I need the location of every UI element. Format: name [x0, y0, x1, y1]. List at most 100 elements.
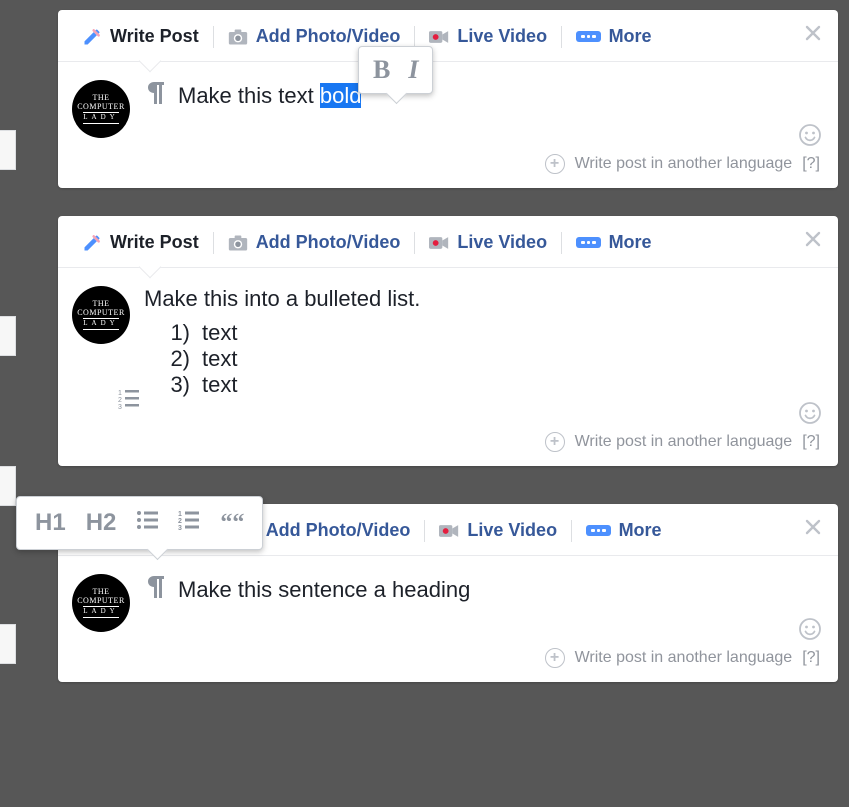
- emoji-button[interactable]: [798, 123, 822, 150]
- list-text: text: [202, 372, 237, 398]
- tab-more[interactable]: More: [564, 22, 664, 61]
- tab-write-post[interactable]: Write Post: [70, 22, 211, 61]
- tab-divider: [414, 26, 415, 48]
- avatar: THE COMPUTER LADY: [72, 574, 130, 632]
- help-link[interactable]: [?]: [802, 649, 820, 667]
- emoji-button[interactable]: [798, 617, 822, 644]
- svg-text:2: 2: [118, 397, 122, 404]
- list-number: 3): [166, 372, 190, 398]
- tab-label: More: [609, 232, 652, 253]
- composer-body: H1 H2 123 ““ THE COMPUTER LADY Make this: [58, 556, 838, 644]
- composer-footer: + Write post in another language [?]: [58, 428, 838, 466]
- tab-label: More: [619, 520, 662, 541]
- composer-panel: Write Post Add Photo/Video Live Video Mo…: [58, 504, 838, 682]
- tab-more[interactable]: More: [564, 228, 664, 267]
- avatar-text: LADY: [83, 318, 118, 330]
- composer-footer: + Write post in another language [?]: [58, 644, 838, 682]
- add-language-button[interactable]: +: [545, 154, 565, 174]
- inline-format-toolbar: B I: [358, 46, 433, 94]
- add-language-button[interactable]: +: [545, 648, 565, 668]
- composer-tabs: Write Post Add Photo/Video Live Video Mo…: [58, 10, 838, 62]
- tab-divider: [213, 26, 214, 48]
- video-camera-icon: [439, 521, 459, 541]
- post-text: Make this text: [178, 83, 320, 108]
- more-dots-icon: [586, 525, 611, 537]
- paragraph-icon[interactable]: [144, 80, 168, 112]
- avatar-text: LADY: [83, 112, 118, 124]
- video-camera-icon: [429, 27, 449, 47]
- another-language-link[interactable]: Write post in another language: [575, 649, 793, 667]
- list-item: 2) text: [144, 346, 820, 372]
- avatar-text: COMPUTER: [77, 103, 125, 112]
- tab-label: Live Video: [467, 520, 557, 541]
- list-item: 123 3) text: [144, 372, 820, 398]
- tab-label: Live Video: [457, 232, 547, 253]
- more-dots-icon: [576, 31, 601, 43]
- composer-tabs: Write Post Add Photo/Video Live Video Mo…: [58, 216, 838, 268]
- composer-body: THE COMPUTER LADY Make this into a bulle…: [58, 268, 838, 428]
- avatar: THE COMPUTER LADY: [72, 80, 130, 138]
- camera-icon: [228, 27, 248, 47]
- help-link[interactable]: [?]: [802, 155, 820, 173]
- close-button[interactable]: [804, 24, 822, 45]
- close-button[interactable]: [804, 518, 822, 539]
- block-format-toolbar: H1 H2 123 ““: [16, 496, 263, 550]
- svg-text:2: 2: [178, 518, 182, 525]
- tab-divider: [561, 26, 562, 48]
- h1-button[interactable]: H1: [35, 509, 66, 537]
- list-item: 1) text: [144, 320, 820, 346]
- post-text: Make this sentence a heading: [178, 577, 470, 603]
- post-text-area[interactable]: Make this into a bulleted list. 1) text …: [144, 286, 820, 416]
- composer-panel: Write Post Add Photo/Video Live Video Mo…: [58, 216, 838, 466]
- ordered-list-button[interactable]: 123: [178, 509, 200, 537]
- tab-label: Write Post: [110, 232, 199, 253]
- selected-text: bold: [320, 83, 362, 108]
- tab-label: Add Photo/Video: [256, 26, 401, 47]
- avatar-text: COMPUTER: [77, 597, 125, 606]
- tab-label: Live Video: [457, 26, 547, 47]
- ordered-list-icon[interactable]: 123: [118, 388, 140, 416]
- close-button[interactable]: [804, 230, 822, 251]
- paragraph-icon[interactable]: [144, 574, 168, 606]
- avatar-text: COMPUTER: [77, 309, 125, 318]
- post-text: Make this into a bulleted list.: [144, 286, 820, 312]
- camera-icon: [228, 233, 248, 253]
- blockquote-button[interactable]: ““: [220, 510, 244, 537]
- tab-divider: [571, 520, 572, 542]
- tab-live-video[interactable]: Live Video: [427, 516, 569, 555]
- help-link[interactable]: [?]: [802, 433, 820, 451]
- another-language-link[interactable]: Write post in another language: [575, 155, 793, 173]
- svg-text:1: 1: [118, 390, 122, 397]
- avatar-text: LADY: [83, 606, 118, 618]
- avatar: THE COMPUTER LADY: [72, 286, 130, 344]
- tab-live-video[interactable]: Live Video: [417, 228, 559, 267]
- tab-write-post[interactable]: Write Post: [70, 228, 211, 267]
- tab-live-video[interactable]: Live Video: [417, 22, 559, 61]
- list-number: 2): [166, 346, 190, 372]
- more-dots-icon: [576, 237, 601, 249]
- tab-add-photo[interactable]: Add Photo/Video: [216, 228, 413, 267]
- italic-button[interactable]: I: [408, 55, 418, 85]
- tab-more[interactable]: More: [574, 516, 674, 555]
- svg-text:3: 3: [118, 404, 122, 410]
- add-language-button[interactable]: +: [545, 432, 565, 452]
- h2-button[interactable]: H2: [86, 509, 117, 537]
- tab-divider: [414, 232, 415, 254]
- pencil-icon: [82, 233, 102, 253]
- tab-divider: [213, 232, 214, 254]
- composer-footer: + Write post in another language [?]: [58, 150, 838, 188]
- bullet-list-button[interactable]: [136, 509, 158, 537]
- list-number: 1): [166, 320, 190, 346]
- bold-button[interactable]: B: [373, 55, 390, 85]
- tab-label: Add Photo/Video: [256, 232, 401, 253]
- post-text-area[interactable]: Make this sentence a heading: [144, 574, 820, 632]
- tab-divider: [561, 232, 562, 254]
- tab-divider: [424, 520, 425, 542]
- emoji-button[interactable]: [798, 401, 822, 428]
- svg-text:3: 3: [178, 525, 182, 530]
- tab-label: More: [609, 26, 652, 47]
- list-text: text: [202, 320, 237, 346]
- composer-panel: Write Post Add Photo/Video Live Video Mo…: [58, 10, 838, 188]
- post-text-area[interactable]: Make this text bold: [144, 80, 820, 138]
- another-language-link[interactable]: Write post in another language: [575, 433, 793, 451]
